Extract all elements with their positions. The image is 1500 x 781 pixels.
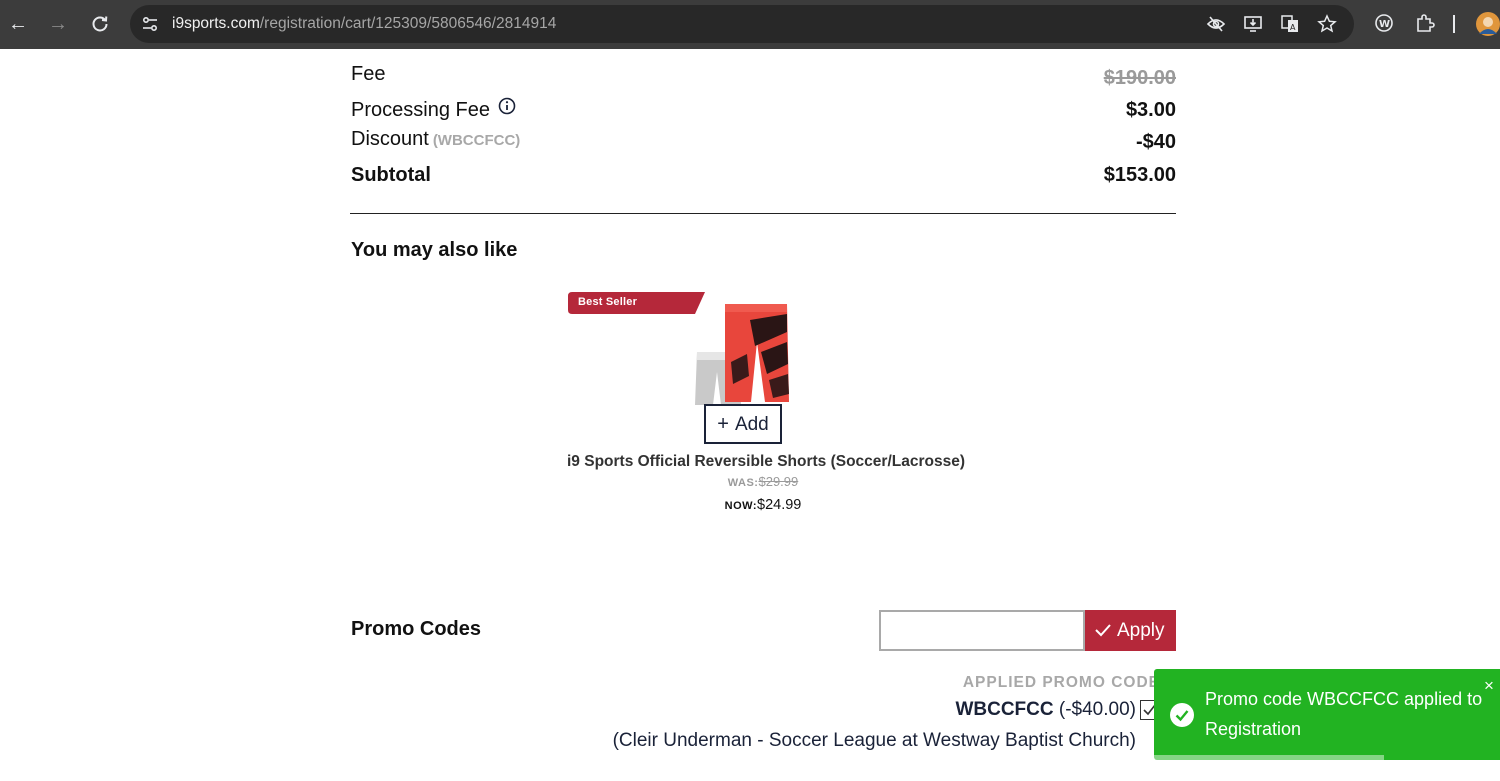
translate-icon[interactable]: A [1280, 14, 1300, 34]
info-icon[interactable] [498, 97, 516, 121]
fee-label: Fee [351, 63, 386, 85]
was-price: $29.99 [758, 474, 799, 489]
bookmark-star-icon[interactable] [1317, 14, 1337, 34]
promo-toast: Promo code WBCCFCC applied to Registrati… [1154, 669, 1500, 760]
subtotal-row: Subtotal $153.00 [350, 164, 1176, 194]
toolbar-separator [1453, 15, 1455, 33]
now-label: NOW: [724, 500, 757, 512]
product-image[interactable] [695, 302, 789, 408]
url-host: i9sports.com [172, 15, 260, 32]
fee-row: Fee $190.00 [350, 63, 1176, 93]
toast-progress-bar [1154, 755, 1384, 760]
profile-avatar[interactable] [1476, 12, 1500, 36]
discount-text: Discount [351, 128, 429, 150]
forward-icon[interactable]: → [44, 10, 72, 38]
svg-text:W: W [1379, 19, 1390, 30]
processing-fee-value: $3.00 [1125, 99, 1176, 121]
promo-code-input[interactable] [879, 610, 1085, 651]
site-info-icon[interactable] [140, 14, 160, 34]
toast-message: Promo code WBCCFCC applied to Registrati… [1205, 689, 1483, 739]
plus-icon: + [717, 413, 729, 435]
promo-heading: Promo Codes [351, 618, 482, 640]
url-path: /registration/cart/125309/5806546/281491… [259, 15, 557, 32]
badge-label: Best Seller [578, 296, 638, 308]
applied-amount: (-$40.00) [1058, 699, 1136, 720]
add-label: Add [734, 414, 769, 435]
product-was-price: WAS:$29.99 [567, 474, 959, 489]
url-text[interactable]: i9sports.com/registration/cart/125309/58… [172, 15, 556, 33]
discount-label: Discount (WBCCFCC) [351, 128, 520, 151]
add-product-button[interactable]: + Add [704, 404, 782, 444]
summary-divider [350, 213, 1176, 214]
processing-fee-label: Processing Fee [351, 97, 516, 122]
extensions-puzzle-icon[interactable] [1414, 12, 1436, 34]
check-icon [1095, 624, 1111, 637]
back-icon[interactable]: ← [4, 10, 32, 38]
apply-label: Apply [1117, 620, 1165, 641]
applied-promo-line: WBCCFCC (-$40.00) [955, 699, 1136, 721]
now-price: $24.99 [757, 497, 802, 513]
apply-promo-button[interactable]: Apply [1085, 610, 1176, 651]
best-seller-badge: Best Seller [568, 292, 706, 314]
processing-fee-text: Processing Fee [351, 99, 490, 121]
reload-icon[interactable] [86, 10, 114, 38]
discount-value: -$40 [1135, 131, 1176, 153]
discount-row: Discount (WBCCFCC) -$40 [350, 128, 1176, 158]
eye-off-icon[interactable] [1206, 14, 1226, 34]
fee-value: $190.00 [1103, 67, 1176, 89]
upsell-heading: You may also like [351, 239, 518, 261]
product-now-price: NOW:$24.99 [567, 497, 959, 513]
extension-w-icon[interactable]: W [1373, 12, 1395, 34]
was-label: WAS: [727, 477, 759, 489]
applied-promo-heading: APPLIED PROMO CODE [962, 674, 1160, 691]
applied-code: WBCCFCC [955, 699, 1054, 720]
product-name[interactable]: i9 Sports Official Reversible Shorts (So… [567, 453, 965, 471]
address-bar[interactable]: i9sports.com/registration/cart/125309/58… [130, 5, 1354, 43]
applied-promo-detail: (Cleir Underman - Soccer League at Westw… [612, 730, 1136, 751]
subtotal-value: $153.00 [1103, 164, 1176, 186]
processing-fee-row: Processing Fee $3.00 [350, 97, 1176, 129]
subtotal-label: Subtotal [351, 164, 431, 186]
install-app-icon[interactable] [1243, 14, 1263, 34]
discount-code: (WBCCFCC) [432, 132, 521, 149]
svg-text:A: A [1290, 23, 1296, 32]
close-icon[interactable]: × [1484, 675, 1500, 697]
success-check-icon [1170, 703, 1194, 727]
browser-toolbar: ← → i9sports.com/registration/cart/12530… [0, 0, 1500, 49]
